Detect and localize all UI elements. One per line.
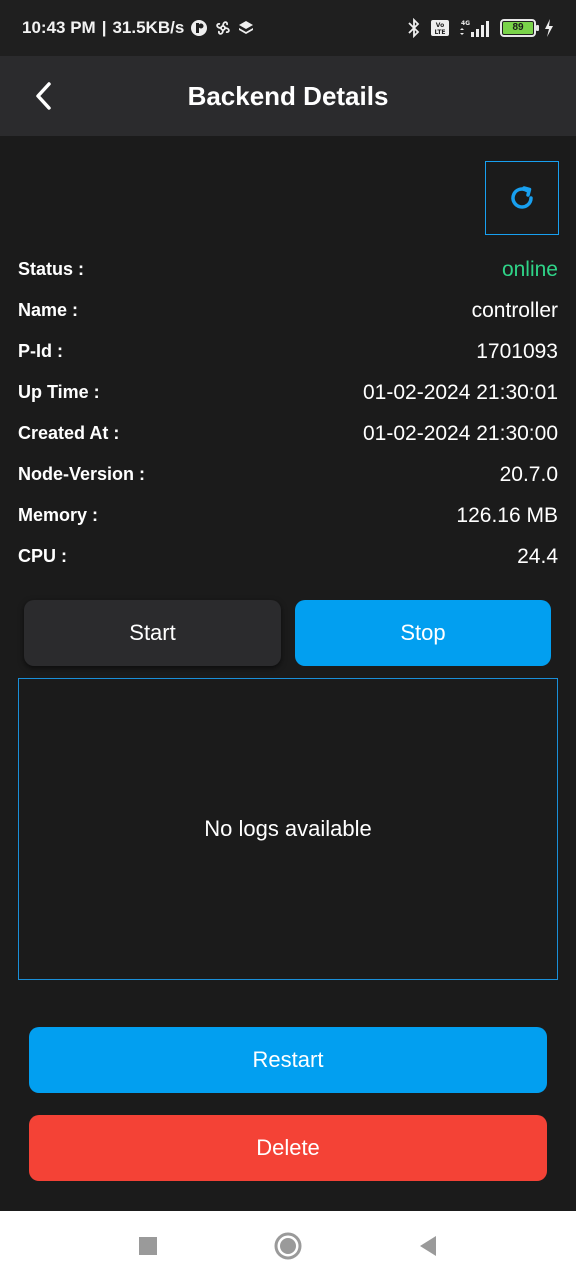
svg-text:4G: 4G	[461, 20, 470, 27]
refresh-button[interactable]	[485, 161, 559, 235]
status-value: online	[501, 257, 558, 281]
detail-value: 24.4	[517, 544, 558, 568]
circle-icon	[274, 1232, 302, 1259]
charging-icon	[544, 19, 554, 37]
delete-button[interactable]: Delete	[29, 1115, 547, 1181]
status-separator: |	[101, 18, 107, 37]
chevron-left-icon	[36, 82, 51, 110]
page-title: Backend Details	[187, 80, 389, 111]
detail-label: Up Time :	[18, 382, 100, 402]
detail-value: 01-02-2024 21:30:01	[363, 380, 558, 404]
triangle-back-icon	[420, 1235, 436, 1256]
square-icon	[139, 1236, 157, 1255]
status-speed: 31.5KB/s	[112, 18, 185, 37]
detail-value: 20.7.0	[499, 462, 558, 486]
detail-label: Memory :	[18, 505, 99, 525]
app-bar: Backend Details	[0, 56, 576, 136]
detail-label: Name :	[18, 300, 79, 320]
status-bar-right: Vo LTE 4G 89	[406, 18, 554, 38]
stop-button[interactable]: Stop	[295, 600, 551, 666]
signal-icon: 4G	[458, 18, 492, 38]
home-button[interactable]	[268, 1226, 308, 1266]
refresh-icon	[511, 186, 533, 209]
status-bar-left: 10:43 PM | 31.5KB/s	[22, 18, 254, 38]
status-bar: 10:43 PM | 31.5KB/s Vo LTE 4G 89	[0, 0, 576, 56]
detail-row-cpu: CPU : 24.4	[18, 536, 558, 577]
detail-label: CPU :	[18, 546, 67, 566]
back-button[interactable]	[24, 76, 64, 116]
detail-label: Node-Version :	[18, 464, 146, 484]
start-button[interactable]: Start	[24, 600, 281, 666]
detail-row-uptime: Up Time : 01-02-2024 21:30:01	[18, 372, 558, 413]
detail-row-pid: P-Id : 1701093	[18, 331, 558, 372]
volte-icon: Vo LTE	[430, 19, 450, 37]
detail-label: Created At :	[18, 423, 120, 443]
svg-text:LTE: LTE	[434, 29, 445, 36]
detail-label: Status :	[18, 259, 85, 279]
app-notification-icon	[190, 19, 208, 37]
details-list: Status : online Name : controller P-Id :…	[18, 249, 558, 577]
detail-row-node-version: Node-Version : 20.7.0	[18, 454, 558, 495]
battery-icon: 89	[500, 19, 539, 37]
nav-back-button[interactable]	[408, 1226, 448, 1266]
battery-level: 89	[503, 22, 533, 34]
detail-label: P-Id :	[18, 341, 63, 361]
system-nav-bar	[0, 1211, 576, 1280]
detail-row-status: Status : online	[18, 249, 558, 290]
logs-panel[interactable]: No logs available	[18, 678, 558, 980]
detail-row-memory: Memory : 126.16 MB	[18, 495, 558, 536]
bluetooth-icon	[406, 18, 422, 38]
detail-row-name: Name : controller	[18, 290, 558, 331]
recents-button[interactable]	[128, 1226, 168, 1266]
restart-button[interactable]: Restart	[29, 1027, 547, 1093]
status-time: 10:43 PM	[22, 18, 96, 37]
layers-icon	[238, 20, 254, 36]
logs-empty-text: No logs available	[204, 816, 372, 841]
detail-value: 1701093	[476, 339, 558, 363]
detail-value: 126.16 MB	[456, 503, 558, 527]
detail-row-created-at: Created At : 01-02-2024 21:30:00	[18, 413, 558, 454]
detail-value: controller	[471, 298, 558, 322]
detail-value: 01-02-2024 21:30:00	[363, 421, 558, 445]
fan-icon	[214, 19, 232, 37]
svg-text:Vo: Vo	[436, 22, 444, 29]
